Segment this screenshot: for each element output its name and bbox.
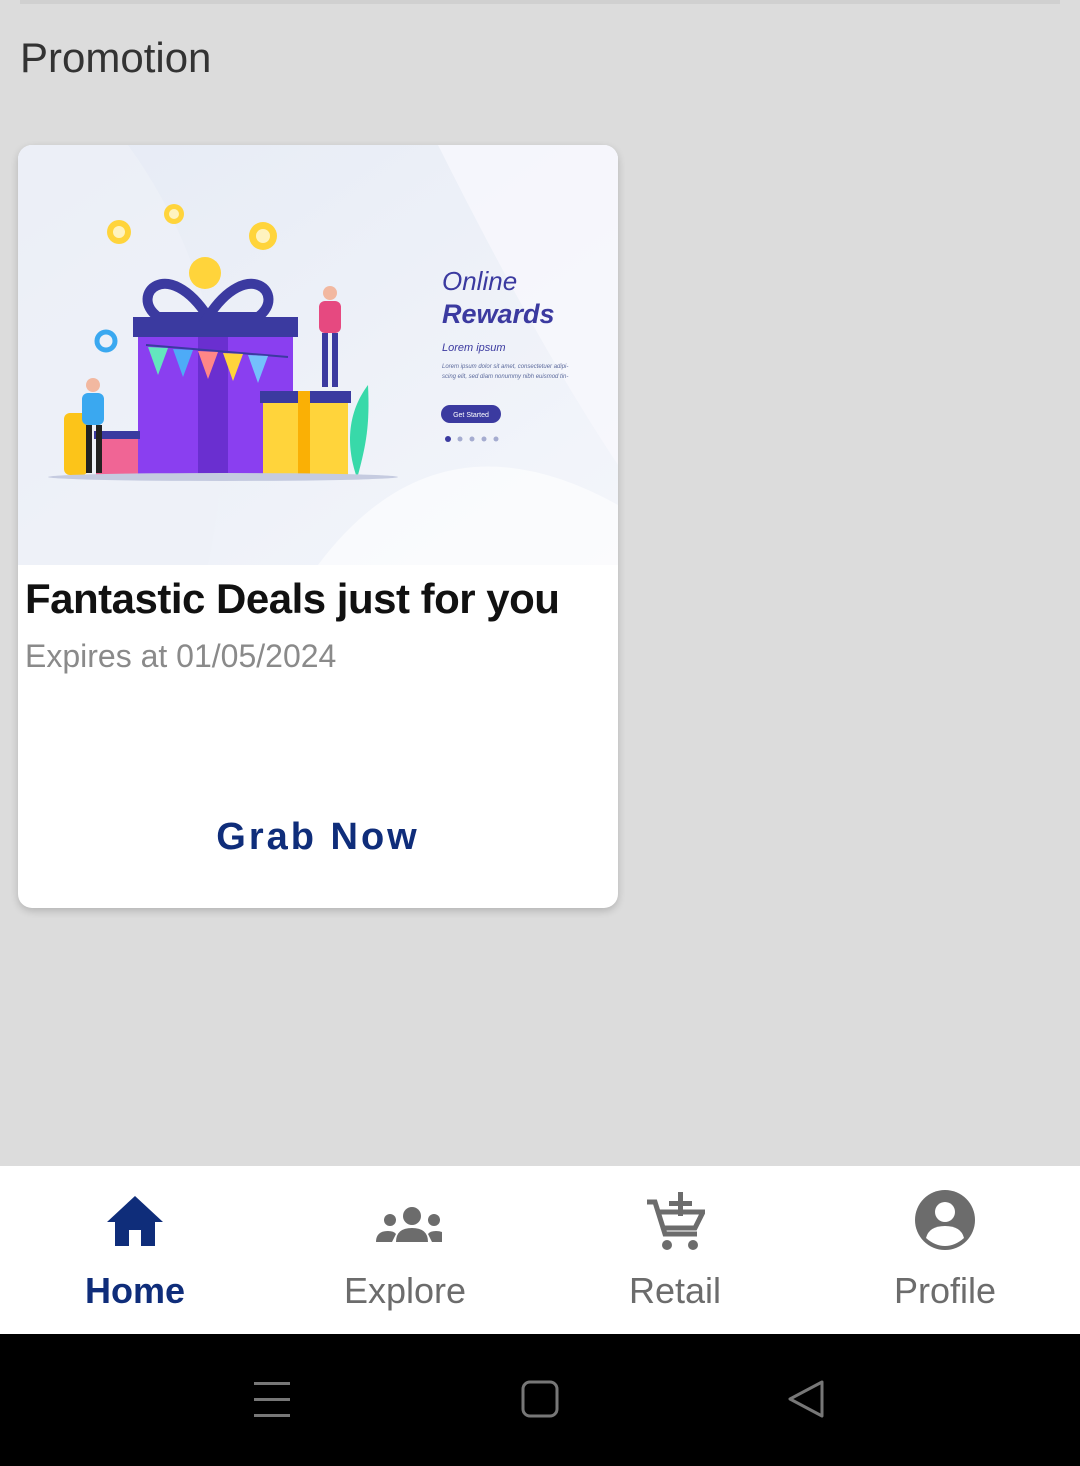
nav-label-home: Home (84, 1270, 186, 1311)
illustration-subheading: Lorem ipsum (442, 342, 506, 354)
illustration-body-line2: scing elit, sed diam nonummy nibh euismo… (442, 374, 568, 380)
grab-now-button[interactable]: Grab Now (18, 805, 618, 869)
nav-label-explore: Explore (343, 1270, 467, 1311)
nav-label-retail: Retail (628, 1270, 722, 1311)
illustration-cta-label: Get Started (453, 412, 489, 419)
nav-item-home[interactable]: Home (0, 1166, 270, 1334)
nav-item-profile[interactable]: Profile (810, 1166, 1080, 1334)
promotion-card[interactable]: Online Rewards Lorem ipsum Lorem ipsum d… (18, 145, 618, 908)
nav-item-retail[interactable]: Retail (540, 1166, 810, 1334)
illustration-heading-line1: Online (442, 266, 517, 296)
home-square-icon[interactable] (500, 1368, 580, 1432)
top-divider (20, 0, 1060, 4)
system-navigation-bar (0, 1334, 1080, 1466)
home-icon (107, 1196, 163, 1246)
account-circle-icon (915, 1190, 975, 1250)
illustration-body-line1: Lorem ipsum dolor sit amet, consectetuer… (442, 364, 568, 370)
section-title: Promotion (20, 34, 212, 81)
illustration-heading-line2: Rewards (442, 299, 555, 329)
promo-expiry: Expires at 01/05/2024 (25, 638, 337, 674)
promo-title: Fantastic Deals just for you (25, 575, 560, 622)
menu-icon[interactable] (232, 1368, 312, 1432)
back-icon[interactable] (766, 1368, 846, 1432)
bottom-navigation: Home Explore Retail Profile (0, 1166, 1080, 1334)
add-cart-icon (647, 1192, 705, 1250)
group-icon (376, 1207, 442, 1242)
promo-illustration: Online Rewards Lorem ipsum Lorem ipsum d… (18, 145, 618, 565)
nav-label-profile: Profile (893, 1270, 997, 1311)
nav-item-explore[interactable]: Explore (270, 1166, 540, 1334)
